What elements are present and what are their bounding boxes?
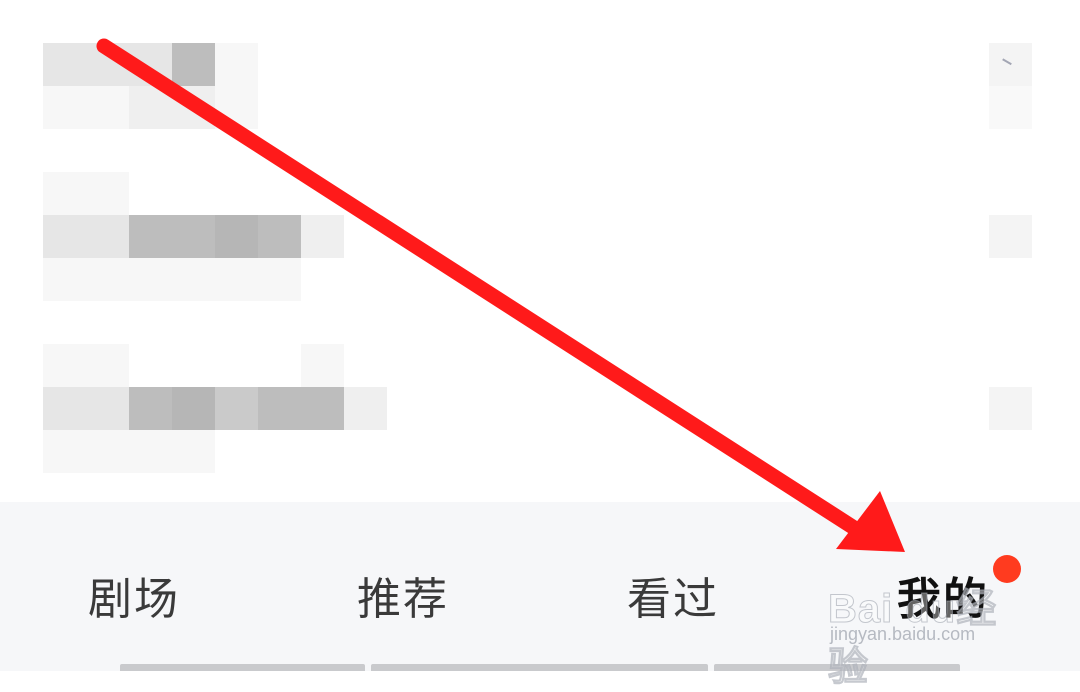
mosaic-pixel [215, 215, 258, 258]
bottom-tab-bar: 剧场 推荐 看过 我的 [0, 502, 1080, 671]
mosaic-pixel [172, 387, 215, 430]
mosaic-pixel [43, 215, 86, 258]
blurred-side-icon-2 [989, 86, 1032, 129]
mosaic-pixel [258, 215, 301, 258]
mosaic-pixel [301, 215, 344, 258]
notification-dot-icon [993, 555, 1021, 583]
blurred-side-icon-3[interactable] [989, 215, 1032, 258]
mosaic-pixel [344, 344, 387, 387]
mosaic-pixel [43, 258, 86, 301]
blurred-list-item-2[interactable] [43, 172, 344, 301]
mosaic-pixel [43, 344, 86, 387]
mosaic-pixel [172, 344, 215, 387]
mosaic-pixel [344, 387, 387, 430]
mosaic-pixel [86, 258, 129, 301]
mosaic-pixel [215, 258, 258, 301]
mosaic-pixel [43, 387, 86, 430]
mosaic-pixel [172, 430, 215, 473]
tab-recommend[interactable]: 推荐 [357, 570, 449, 630]
mosaic-pixel [86, 344, 129, 387]
mosaic-pixel [172, 86, 215, 129]
mosaic-pixel [86, 430, 129, 473]
mosaic-pixel [129, 344, 172, 387]
mosaic-pixel [172, 172, 215, 215]
mosaic-pixel [86, 172, 129, 215]
mosaic-pixel [172, 43, 215, 86]
mosaic-pixel [258, 172, 301, 215]
tab-mine[interactable]: 我的 [897, 570, 989, 630]
mosaic-pixel [43, 86, 86, 129]
blurred-list-item-1[interactable] [43, 43, 258, 129]
mosaic-pixel [258, 344, 301, 387]
mosaic-pixel [129, 387, 172, 430]
mosaic-pixel [301, 258, 344, 301]
mosaic-pixel [129, 215, 172, 258]
mosaic-pixel [301, 172, 344, 215]
mosaic-pixel [258, 387, 301, 430]
mosaic-pixel [43, 43, 86, 86]
mosaic-pixel [301, 387, 344, 430]
mosaic-pixel [129, 86, 172, 129]
mosaic-pixel [129, 43, 172, 86]
mosaic-pixel [301, 430, 344, 473]
mosaic-pixel [172, 215, 215, 258]
mosaic-pixel [86, 43, 129, 86]
mosaic-pixel [129, 430, 172, 473]
tab-watched[interactable]: 看过 [627, 570, 719, 630]
mosaic-pixel [258, 258, 301, 301]
content-area [0, 0, 1080, 502]
mosaic-pixel [215, 387, 258, 430]
scroll-indicator [120, 664, 365, 671]
mosaic-pixel [215, 86, 258, 129]
mosaic-pixel [86, 387, 129, 430]
mosaic-pixel [301, 344, 344, 387]
mosaic-pixel [43, 430, 86, 473]
mosaic-pixel [215, 344, 258, 387]
mosaic-pixel [172, 258, 215, 301]
blurred-side-icon-4[interactable] [989, 387, 1032, 430]
scroll-indicator [714, 664, 960, 671]
mosaic-pixel [215, 430, 258, 473]
mosaic-pixel [258, 430, 301, 473]
tab-theater[interactable]: 剧场 [88, 570, 180, 630]
mosaic-pixel [215, 43, 258, 86]
mosaic-pixel [86, 215, 129, 258]
mosaic-pixel [129, 172, 172, 215]
mosaic-pixel [344, 430, 387, 473]
scroll-indicator [371, 664, 708, 671]
blurred-side-icon-1[interactable] [989, 43, 1032, 86]
mosaic-pixel [215, 172, 258, 215]
mosaic-pixel [86, 86, 129, 129]
blurred-list-item-3[interactable] [43, 344, 387, 473]
mosaic-pixel [43, 172, 86, 215]
mosaic-pixel [129, 258, 172, 301]
